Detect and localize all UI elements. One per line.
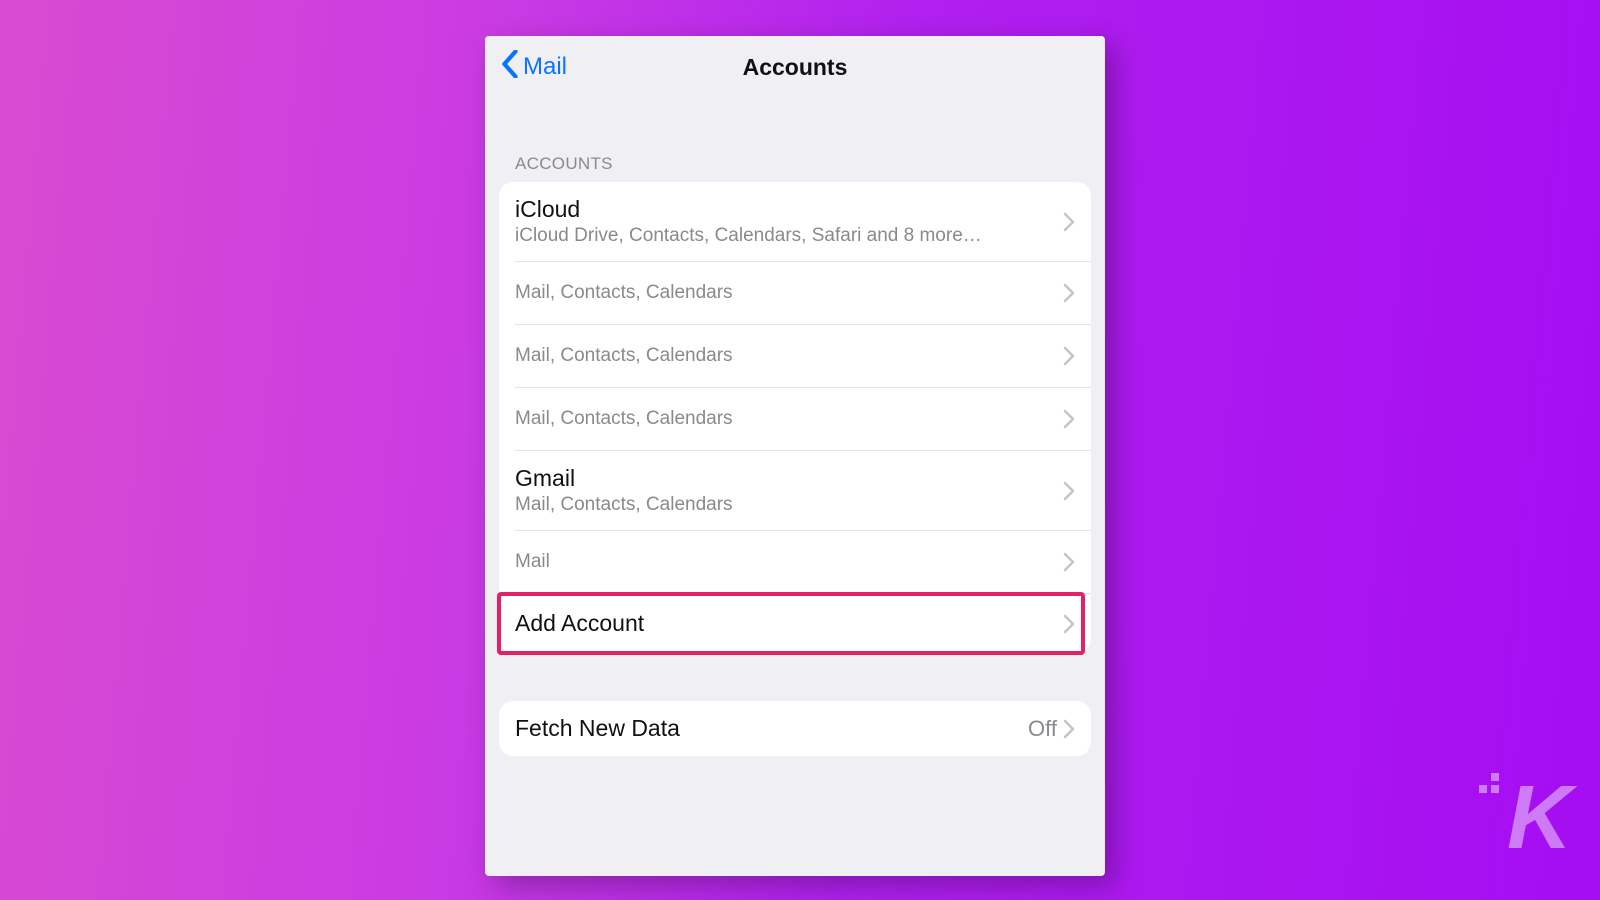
chevron-right-icon <box>1063 719 1075 739</box>
account-row[interactable]: Mail, Contacts, Calendars <box>499 325 1091 387</box>
chevron-right-icon <box>1063 552 1075 572</box>
account-subtitle: Mail, Contacts, Calendars <box>515 276 1063 310</box>
watermark-text: K <box>1507 768 1570 868</box>
chevron-left-icon <box>501 50 519 85</box>
add-account-label: Add Account <box>515 610 1063 637</box>
page-title: Accounts <box>743 54 848 81</box>
chevron-right-icon <box>1063 346 1075 366</box>
chevron-right-icon <box>1063 481 1075 501</box>
fetch-group: Fetch New Data Off <box>499 701 1091 756</box>
account-row-icloud[interactable]: iCloud iCloud Drive, Contacts, Calendars… <box>499 182 1091 261</box>
account-subtitle: Mail, Contacts, Calendars <box>515 494 1063 516</box>
fetch-value: Off <box>1028 716 1063 742</box>
account-subtitle: iCloud Drive, Contacts, Calendars, Safar… <box>515 225 1063 247</box>
accounts-group: iCloud iCloud Drive, Contacts, Calendars… <box>499 182 1091 653</box>
account-row[interactable]: Mail, Contacts, Calendars <box>499 388 1091 450</box>
settings-screen: Mail Accounts ACCOUNTS iCloud iCloud Dri… <box>485 36 1105 876</box>
account-row-gmail[interactable]: Gmail Mail, Contacts, Calendars <box>499 451 1091 530</box>
back-button[interactable]: Mail <box>501 36 567 98</box>
chevron-right-icon <box>1063 614 1075 634</box>
account-subtitle: Mail <box>515 545 1063 579</box>
watermark-logo: K <box>1507 767 1570 870</box>
chevron-right-icon <box>1063 283 1075 303</box>
fetch-label: Fetch New Data <box>515 715 1028 742</box>
account-subtitle: Mail, Contacts, Calendars <box>515 402 1063 436</box>
account-row[interactable]: Mail <box>499 531 1091 593</box>
fetch-new-data-row[interactable]: Fetch New Data Off <box>499 701 1091 756</box>
section-header-accounts: ACCOUNTS <box>485 98 1105 182</box>
account-row[interactable]: Mail, Contacts, Calendars <box>499 262 1091 324</box>
navbar: Mail Accounts <box>485 36 1105 98</box>
chevron-right-icon <box>1063 212 1075 232</box>
back-label: Mail <box>523 53 567 81</box>
account-title: iCloud <box>515 196 1063 223</box>
account-title: Gmail <box>515 465 1063 492</box>
chevron-right-icon <box>1063 409 1075 429</box>
account-subtitle: Mail, Contacts, Calendars <box>515 339 1063 373</box>
add-account-row[interactable]: Add Account <box>499 594 1091 653</box>
